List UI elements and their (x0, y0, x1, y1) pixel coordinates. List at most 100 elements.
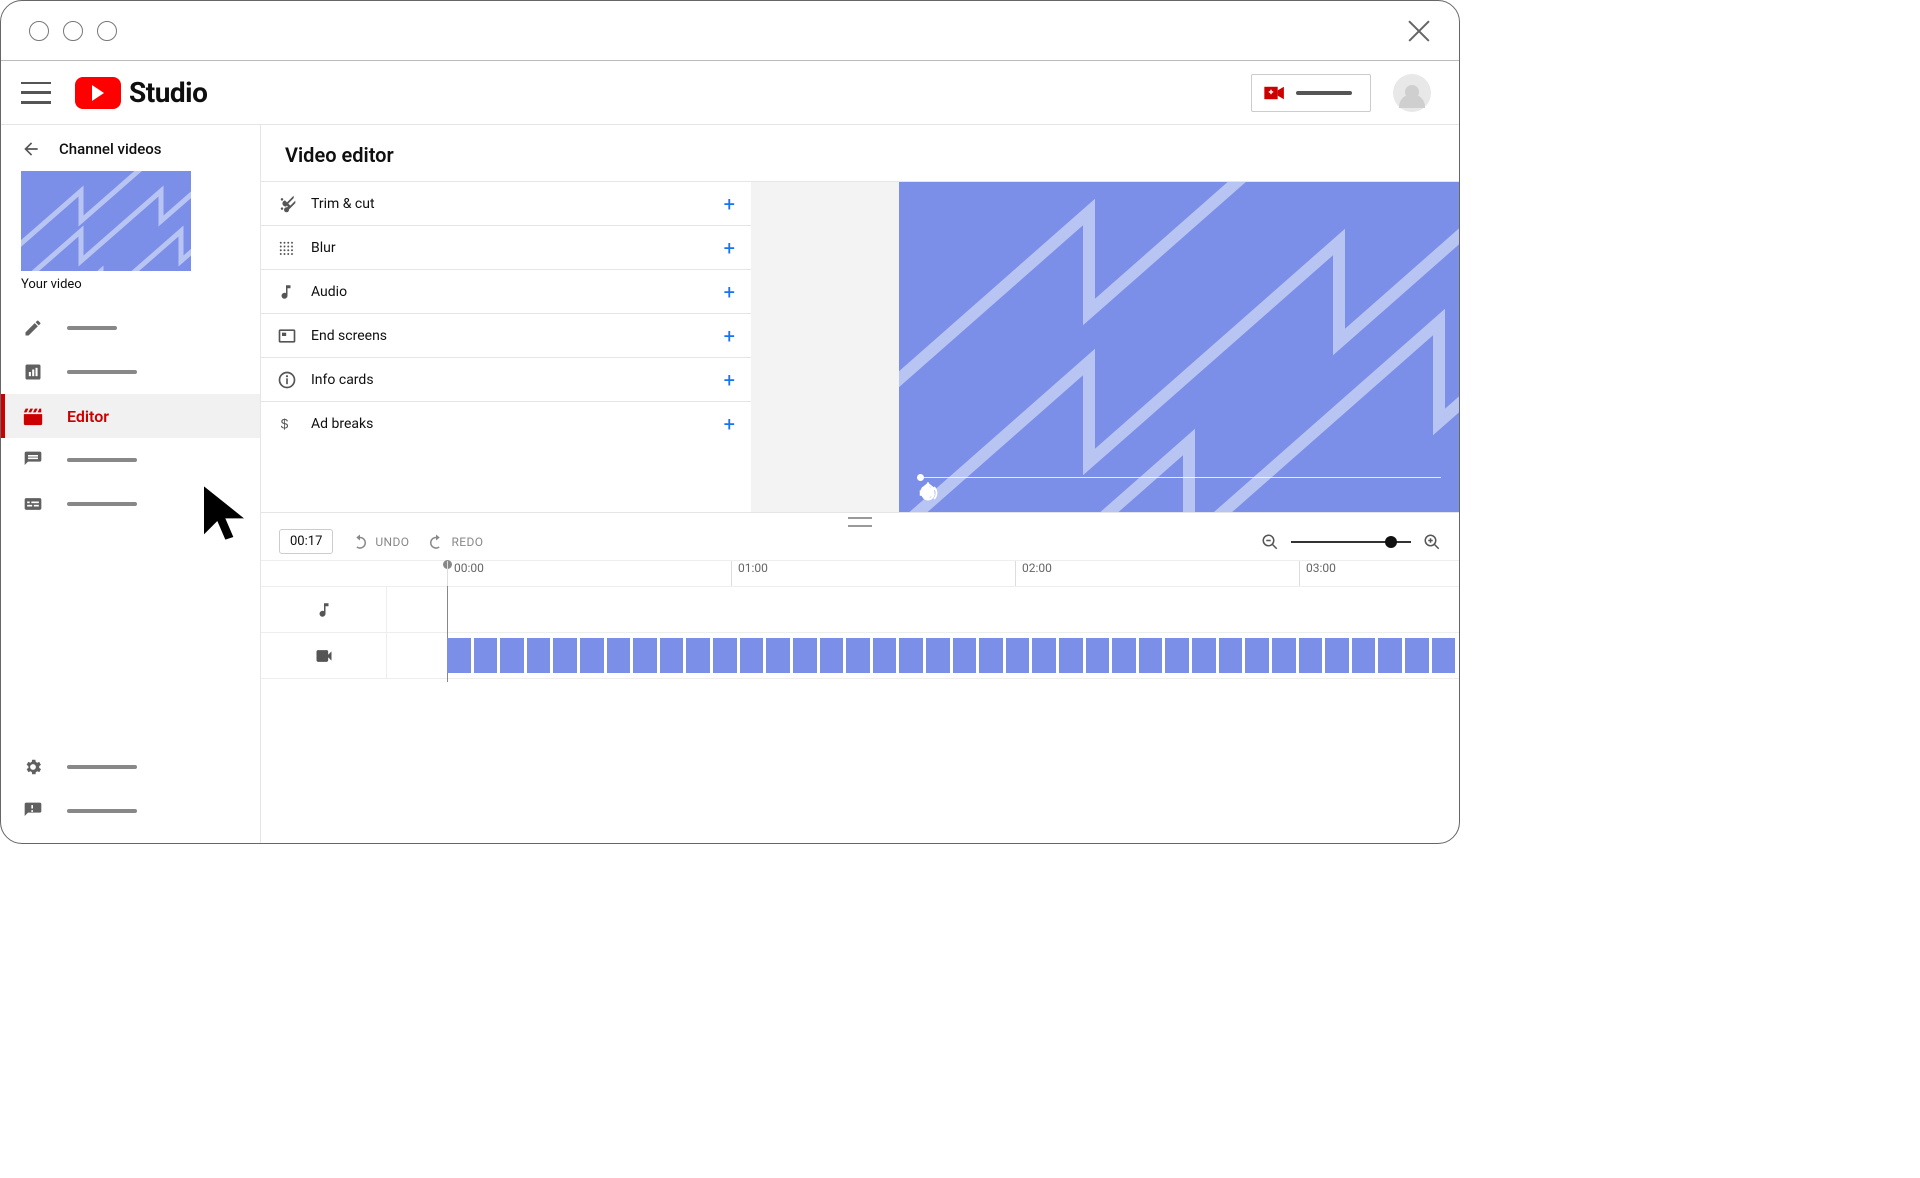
video-clip[interactable] (979, 638, 1003, 673)
track-video[interactable] (261, 633, 1459, 679)
blur-grid-icon (277, 239, 305, 257)
add-icon[interactable]: + (724, 324, 735, 348)
sidebar-item-editor[interactable]: Editor (1, 394, 260, 438)
video-clip[interactable] (820, 638, 844, 673)
seek-bar[interactable] (917, 477, 1441, 478)
tool-trim-cut[interactable]: Trim & cut + (261, 182, 751, 226)
volume-icon[interactable] (1037, 482, 1059, 504)
tool-ad-breaks[interactable]: $ Ad breaks + (261, 402, 751, 446)
video-clip[interactable] (740, 638, 764, 673)
video-clip[interactable] (926, 638, 950, 673)
video-clip[interactable] (1378, 638, 1402, 673)
track-audio[interactable] (261, 587, 1459, 633)
video-clip[interactable] (793, 638, 817, 673)
video-clip[interactable] (553, 638, 577, 673)
video-clip-strip[interactable] (447, 638, 1455, 673)
video-clip[interactable] (607, 638, 631, 673)
video-clip[interactable] (686, 638, 710, 673)
video-clip[interactable] (1165, 638, 1189, 673)
ruler-tick: 01:00 (731, 561, 768, 586)
video-clip[interactable] (899, 638, 923, 673)
tool-end-screens[interactable]: End screens + (261, 314, 751, 358)
add-icon[interactable]: + (724, 236, 735, 260)
add-icon[interactable]: + (724, 192, 735, 216)
video-clip[interactable] (1432, 638, 1456, 673)
create-button[interactable] (1251, 74, 1371, 112)
traffic-light[interactable] (97, 21, 117, 41)
video-clip[interactable] (713, 638, 737, 673)
replay-10-icon[interactable] (957, 482, 979, 504)
menu-icon[interactable] (21, 82, 51, 104)
scissors-icon (277, 194, 305, 214)
drag-handle-icon[interactable] (848, 517, 872, 527)
traffic-light[interactable] (63, 21, 83, 41)
player-settings-icon[interactable] (1419, 482, 1441, 504)
zoom-control (1261, 533, 1441, 551)
video-clip[interactable] (1325, 638, 1349, 673)
zoom-slider[interactable] (1291, 541, 1411, 543)
video-clip[interactable] (580, 638, 604, 673)
video-clip[interactable] (527, 638, 551, 673)
back-to-channel-videos[interactable]: Channel videos (1, 125, 260, 169)
sidebar-item-details[interactable] (1, 306, 260, 350)
video-preview[interactable] (899, 182, 1459, 512)
your-video-label: Your video (1, 277, 260, 302)
video-clip[interactable] (873, 638, 897, 673)
video-thumbnail[interactable] (21, 171, 191, 271)
traffic-light[interactable] (29, 21, 49, 41)
brand-text: Studio (129, 76, 207, 109)
youtube-logo-icon (75, 77, 121, 109)
zoom-out-icon[interactable] (1261, 533, 1279, 551)
tool-label: Info cards (305, 372, 724, 388)
tool-info-cards[interactable]: Info cards + (261, 358, 751, 402)
ruler-tick: 02:00 (1015, 561, 1052, 586)
brand[interactable]: Studio (75, 76, 207, 109)
add-icon[interactable]: + (724, 368, 735, 392)
tool-audio[interactable]: Audio + (261, 270, 751, 314)
video-clip[interactable] (660, 638, 684, 673)
forward-10-icon[interactable] (997, 482, 1019, 504)
video-clip[interactable] (1032, 638, 1056, 673)
video-clip[interactable] (1405, 638, 1429, 673)
video-clip[interactable] (1192, 638, 1216, 673)
redo-button[interactable]: REDO (427, 533, 483, 551)
video-clip[interactable] (474, 638, 498, 673)
video-clip[interactable] (846, 638, 870, 673)
zoom-in-icon[interactable] (1423, 533, 1441, 551)
sidebar-item-subtitles[interactable] (1, 482, 260, 526)
video-clip[interactable] (953, 638, 977, 673)
placeholder-line (67, 370, 137, 374)
video-clip[interactable] (1086, 638, 1110, 673)
video-clip[interactable] (1219, 638, 1243, 673)
video-clip[interactable] (1299, 638, 1323, 673)
sidebar-item-feedback[interactable] (1, 789, 260, 833)
info-icon (277, 370, 305, 390)
sidebar-item-settings[interactable] (1, 745, 260, 789)
video-clip[interactable] (1006, 638, 1030, 673)
video-clip[interactable] (1139, 638, 1163, 673)
video-clip[interactable] (500, 638, 524, 673)
add-icon[interactable]: + (724, 280, 735, 304)
tool-blur[interactable]: Blur + (261, 226, 751, 270)
back-label: Channel videos (59, 140, 161, 158)
video-clip[interactable] (1112, 638, 1136, 673)
timeline: 00:17 UNDO REDO (261, 513, 1459, 679)
video-clip[interactable] (1059, 638, 1083, 673)
video-clip[interactable] (447, 638, 471, 673)
video-clip[interactable] (766, 638, 790, 673)
analytics-icon (21, 360, 45, 384)
video-clip[interactable] (1245, 638, 1269, 673)
sidebar-item-comments[interactable] (1, 438, 260, 482)
close-icon[interactable] (1407, 19, 1431, 43)
time-ruler[interactable]: 00:00 01:00 02:00 03:00 (261, 560, 1459, 586)
account-avatar[interactable] (1393, 74, 1431, 112)
undo-button[interactable]: UNDO (351, 533, 409, 551)
video-clip[interactable] (633, 638, 657, 673)
add-icon[interactable]: + (724, 412, 735, 436)
video-clip[interactable] (1352, 638, 1376, 673)
sidebar-item-analytics[interactable] (1, 350, 260, 394)
current-time[interactable]: 00:17 (279, 529, 333, 554)
dollar-icon: $ (277, 415, 305, 433)
video-clip[interactable] (1272, 638, 1296, 673)
tool-label: Ad breaks (305, 416, 724, 432)
